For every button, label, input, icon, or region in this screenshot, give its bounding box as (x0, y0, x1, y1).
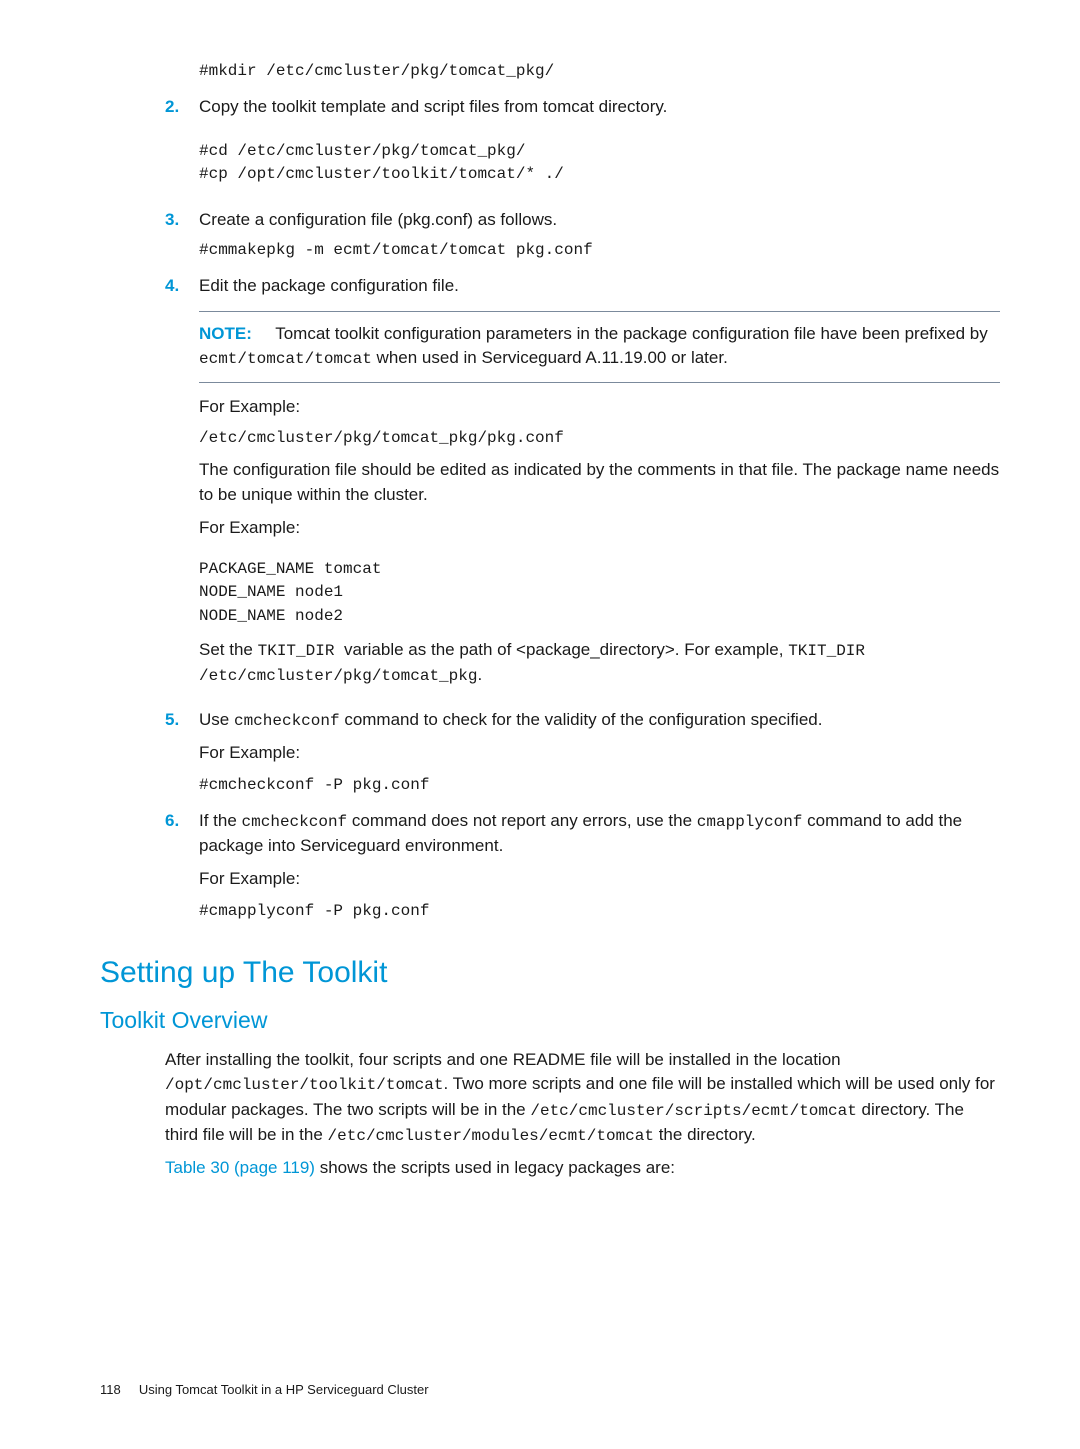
step-text: Copy the toolkit template and script fil… (199, 97, 667, 116)
step-2: 2. Copy the toolkit template and script … (165, 95, 1000, 196)
note-box: NOTE: Tomcat toolkit configuration param… (199, 311, 1000, 383)
list-body: Edit the package configuration file. NOT… (199, 274, 1000, 696)
code-block: #cmapplyconf -P pkg.conf (199, 900, 1000, 923)
table-link[interactable]: Table 30 (page 119) (165, 1158, 315, 1177)
list-number: 4. (165, 274, 199, 696)
list-number: 2. (165, 95, 199, 196)
for-example-label: For Example: (199, 867, 1000, 892)
step-text: Edit the package configuration file. (199, 276, 459, 295)
step-4: 4. Edit the package configuration file. … (165, 274, 1000, 696)
step-1-continuation: #mkdir /etc/cmcluster/pkg/tomcat_pkg/ (199, 60, 1000, 83)
step-5: 5. Use cmcheckconf command to check for … (165, 708, 1000, 797)
step-text: If the cmcheckconf command does not repo… (199, 811, 962, 855)
list-number: 5. (165, 708, 199, 797)
list-body: Copy the toolkit template and script fil… (199, 95, 1000, 196)
page-footer: 118 Using Tomcat Toolkit in a HP Service… (100, 1381, 1000, 1400)
list-number: 3. (165, 208, 199, 262)
list-number: 6. (165, 809, 199, 923)
for-example-label: For Example: (199, 395, 1000, 420)
code-path: /etc/cmcluster/pkg/tomcat_pkg/pkg.conf (199, 427, 1000, 450)
list-body: If the cmcheckconf command does not repo… (199, 809, 1000, 923)
step-text: Use cmcheckconf command to check for the… (199, 710, 822, 729)
step-text: Create a configuration file (pkg.conf) a… (199, 210, 557, 229)
step-3: 3. Create a configuration file (pkg.conf… (165, 208, 1000, 262)
main-content: #mkdir /etc/cmcluster/pkg/tomcat_pkg/ 2.… (165, 60, 1000, 1181)
note-label: NOTE: (199, 324, 252, 343)
list-body: Create a configuration file (pkg.conf) a… (199, 208, 1000, 262)
footer-title: Using Tomcat Toolkit in a HP Serviceguar… (139, 1382, 429, 1397)
list-body: Use cmcheckconf command to check for the… (199, 708, 1000, 797)
overview-paragraph: Table 30 (page 119) shows the scripts us… (165, 1156, 1000, 1181)
for-example-label: For Example: (199, 516, 1000, 541)
overview-paragraph: After installing the toolkit, four scrip… (165, 1048, 1000, 1148)
code-block: #mkdir /etc/cmcluster/pkg/tomcat_pkg/ (199, 60, 1000, 83)
code-block: #cmcheckconf -P pkg.conf (199, 774, 1000, 797)
note-text: Tomcat toolkit configuration parameters … (275, 324, 988, 343)
code-block: #cmmakepkg -m ecmt/tomcat/tomcat pkg.con… (199, 239, 1000, 262)
subsection-heading: Toolkit Overview (100, 1004, 1000, 1037)
note-text: when used in Serviceguard A.11.19.00 or … (372, 348, 728, 367)
paragraph: The configuration file should be edited … (199, 458, 1000, 507)
note-code: ecmt/tomcat/tomcat (199, 350, 372, 368)
code-block: PACKAGE_NAME tomcat NODE_NAME node1 NODE… (199, 558, 1000, 628)
section-heading: Setting up The Toolkit (100, 951, 1000, 995)
for-example-label: For Example: (199, 741, 1000, 766)
code-block: #cd /etc/cmcluster/pkg/tomcat_pkg/ #cp /… (199, 140, 1000, 186)
paragraph: Set the TKIT_DIR variable as the path of… (199, 638, 1000, 688)
step-6: 6. If the cmcheckconf command does not r… (165, 809, 1000, 923)
page-number: 118 (100, 1382, 121, 1397)
